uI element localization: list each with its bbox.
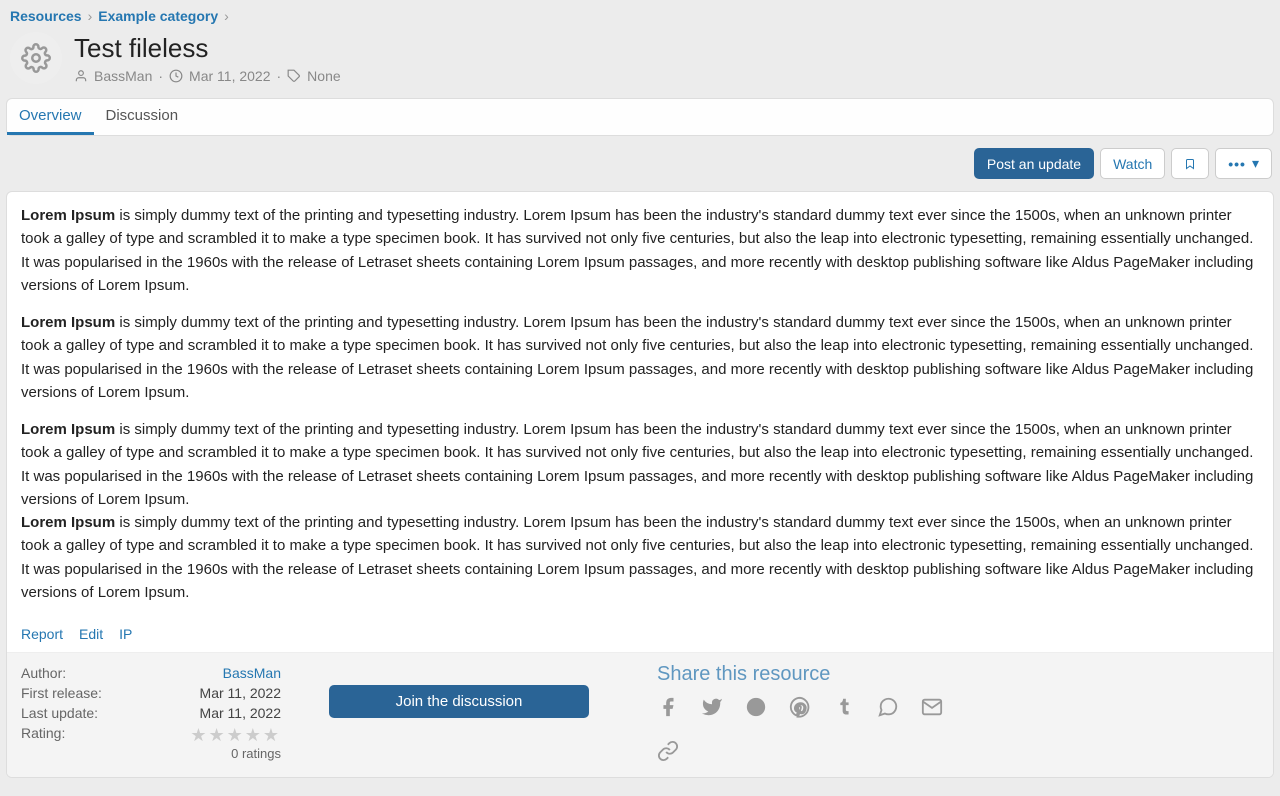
watch-button[interactable]: Watch bbox=[1100, 148, 1165, 179]
breadcrumb: Resources › Example category › bbox=[6, 6, 1274, 26]
last-update-value: Mar 11, 2022 bbox=[200, 705, 281, 721]
chevron-right-icon: › bbox=[224, 8, 229, 24]
email-icon[interactable] bbox=[921, 696, 943, 718]
more-menu-button[interactable]: ••• ▾ bbox=[1215, 148, 1272, 179]
join-discussion-button[interactable]: Join the discussion bbox=[329, 685, 589, 718]
resource-info: Author: BassMan First release: Mar 11, 202… bbox=[21, 663, 281, 763]
ip-link[interactable]: IP bbox=[119, 626, 132, 642]
link-icon[interactable] bbox=[657, 740, 679, 762]
edit-link[interactable]: Edit bbox=[79, 626, 103, 642]
first-release-value: Mar 11, 2022 bbox=[200, 685, 281, 701]
share-icons bbox=[657, 696, 957, 762]
tab-discussion[interactable]: Discussion bbox=[94, 99, 191, 135]
rating-stars: ★★★★★ bbox=[190, 725, 281, 746]
tags-value: None bbox=[307, 68, 340, 84]
author-link[interactable]: BassMan bbox=[223, 665, 281, 681]
author-name: BassMan bbox=[94, 68, 152, 84]
chevron-right-icon: › bbox=[88, 8, 93, 24]
bookmark-icon bbox=[1184, 156, 1196, 172]
share-title: Share this resource bbox=[657, 663, 957, 686]
action-bar: Post an update Watch ••• ▾ bbox=[6, 148, 1274, 179]
first-release-label: First release: bbox=[21, 685, 102, 701]
resource-footer: Author: BassMan First release: Mar 11, 202… bbox=[7, 652, 1273, 777]
post-actions: Report Edit IP bbox=[7, 622, 1273, 652]
chevron-down-icon: ▾ bbox=[1252, 155, 1259, 172]
pinterest-icon[interactable] bbox=[789, 696, 811, 718]
report-link[interactable]: Report bbox=[21, 626, 63, 642]
last-update-label: Last update: bbox=[21, 705, 98, 721]
author-label: Author: bbox=[21, 665, 66, 681]
rating-label: Rating: bbox=[21, 725, 65, 761]
tag-icon bbox=[287, 69, 301, 83]
page-title: Test fileless bbox=[74, 33, 341, 64]
tumblr-icon[interactable] bbox=[833, 696, 855, 718]
breadcrumb-category[interactable]: Example category bbox=[98, 8, 218, 24]
post-date: Mar 11, 2022 bbox=[189, 68, 270, 84]
post-update-button[interactable]: Post an update bbox=[974, 148, 1094, 179]
content-card: Lorem Ipsum is simply dummy text of the … bbox=[6, 191, 1274, 778]
dots-icon: ••• bbox=[1228, 156, 1246, 172]
tabs: Overview Discussion bbox=[6, 98, 1274, 136]
tab-overview[interactable]: Overview bbox=[7, 99, 94, 135]
twitter-icon[interactable] bbox=[701, 696, 723, 718]
breadcrumb-resources[interactable]: Resources bbox=[10, 8, 82, 24]
ratings-count: 0 ratings bbox=[231, 746, 281, 761]
resource-body: Lorem Ipsum is simply dummy text of the … bbox=[7, 192, 1273, 622]
user-icon bbox=[74, 69, 88, 83]
bookmark-button[interactable] bbox=[1171, 148, 1209, 179]
whatsapp-icon[interactable] bbox=[877, 696, 899, 718]
facebook-icon[interactable] bbox=[657, 696, 679, 718]
reddit-icon[interactable] bbox=[745, 696, 767, 718]
page-header: Test fileless BassMan · Mar 11, 2022 · N… bbox=[6, 28, 1274, 88]
gear-icon bbox=[10, 32, 62, 84]
clock-icon bbox=[169, 69, 183, 83]
